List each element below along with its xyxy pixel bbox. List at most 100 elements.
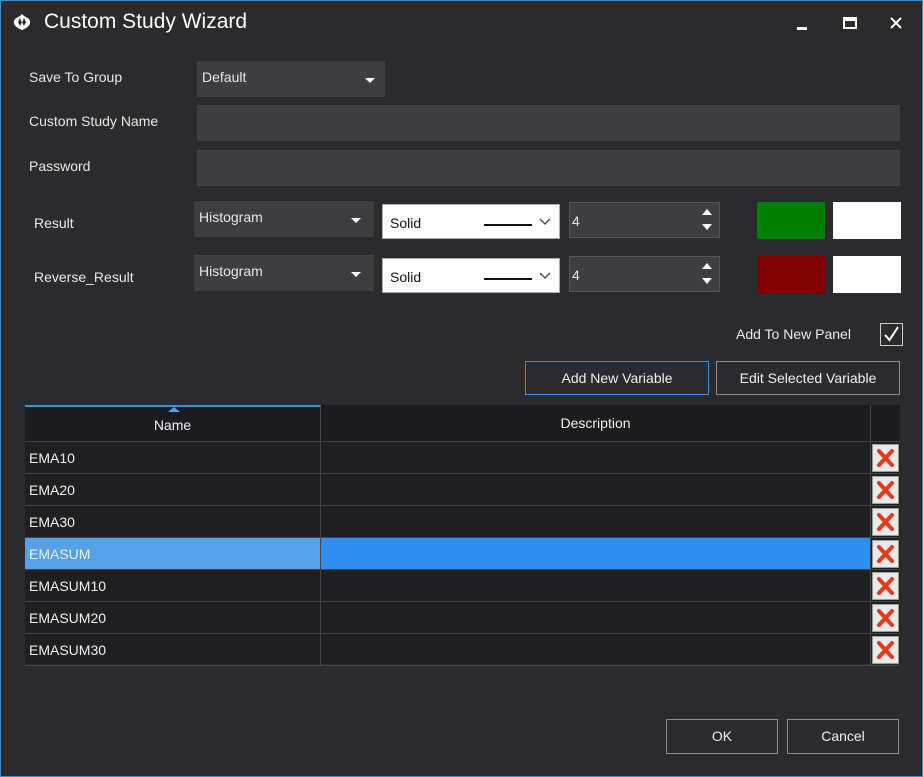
cell-name: EMA30 bbox=[25, 506, 321, 537]
minimize-icon bbox=[797, 27, 807, 30]
plot-reverse-result-line-style-value: Solid bbox=[390, 269, 422, 285]
delete-row-button[interactable] bbox=[872, 636, 899, 664]
variables-table: Name Description EMA10 EMA20 EMA30 EMASU… bbox=[25, 405, 900, 666]
plot-reverse-result-color2-swatch[interactable] bbox=[833, 256, 901, 293]
delete-x-icon bbox=[877, 641, 894, 659]
line-sample bbox=[484, 278, 532, 280]
cell-name: EMA10 bbox=[25, 442, 321, 473]
password-input[interactable] bbox=[197, 150, 900, 186]
column-header-description[interactable]: Description bbox=[321, 405, 871, 442]
window-title: Custom Study Wizard bbox=[44, 10, 248, 33]
spin-down-icon[interactable] bbox=[702, 224, 712, 230]
chevron-down-icon bbox=[365, 78, 375, 83]
custom-study-wizard-window: Custom Study Wizard Save To Group Defaul… bbox=[0, 0, 923, 777]
table-row[interactable]: EMA20 bbox=[25, 474, 900, 506]
custom-study-name-input[interactable] bbox=[197, 105, 900, 141]
plot-result-label: Result bbox=[34, 215, 74, 231]
save-to-group-value: Default bbox=[202, 69, 247, 85]
plot-result-line-style-dropdown[interactable]: Solid bbox=[382, 204, 560, 239]
cell-name: EMASUM bbox=[25, 538, 321, 569]
delete-x-icon bbox=[877, 577, 894, 595]
cell-name-text: EMASUM10 bbox=[29, 578, 107, 594]
table-row[interactable]: EMA10 bbox=[25, 442, 900, 474]
cell-name: EMASUM20 bbox=[25, 602, 321, 633]
add-to-new-panel-checkbox[interactable] bbox=[880, 323, 903, 346]
delete-x-icon bbox=[877, 609, 894, 627]
plot-reverse-result-color1-swatch[interactable] bbox=[757, 256, 825, 293]
cell-name-text: EMASUM bbox=[29, 546, 91, 562]
plot-result-width-stepper[interactable]: 4 bbox=[569, 202, 720, 238]
delete-row-button[interactable] bbox=[872, 572, 899, 600]
table-row[interactable]: EMASUM30 bbox=[25, 634, 900, 666]
cell-name: EMASUM10 bbox=[25, 570, 321, 601]
cell-name-text: EMA20 bbox=[29, 482, 75, 498]
delete-x-icon bbox=[877, 513, 894, 531]
spin-up-icon[interactable] bbox=[702, 209, 712, 215]
cell-description bbox=[321, 442, 871, 473]
minimize-button[interactable] bbox=[787, 9, 817, 37]
custom-study-name-label: Custom Study Name bbox=[29, 113, 159, 129]
add-new-variable-button[interactable]: Add New Variable bbox=[525, 361, 709, 395]
maximize-button[interactable] bbox=[835, 9, 865, 37]
delete-x-icon bbox=[877, 545, 894, 563]
title-bar: Custom Study Wizard bbox=[1, 1, 922, 45]
table-row[interactable]: EMA30 bbox=[25, 506, 900, 538]
chevron-down-icon bbox=[351, 218, 361, 223]
cell-description bbox=[321, 538, 871, 569]
plot-reverse-result-line-style-dropdown[interactable]: Solid bbox=[382, 258, 560, 293]
table-row-selected[interactable]: EMASUM bbox=[25, 538, 900, 570]
plot-reverse-result-type-dropdown[interactable]: Histogram bbox=[194, 255, 374, 291]
cell-name-text: EMA30 bbox=[29, 514, 75, 530]
plot-result-color1-swatch[interactable] bbox=[757, 202, 825, 239]
plot-result-line-style-value: Solid bbox=[390, 215, 422, 231]
ok-button[interactable]: OK bbox=[666, 719, 778, 754]
cell-description bbox=[321, 602, 871, 633]
delete-row-button[interactable] bbox=[872, 476, 899, 504]
close-button[interactable] bbox=[881, 9, 911, 37]
column-header-name[interactable]: Name bbox=[25, 405, 321, 442]
delete-row-button[interactable] bbox=[872, 508, 899, 536]
table-header: Name Description bbox=[25, 405, 900, 442]
cell-description bbox=[321, 474, 871, 505]
plot-reverse-result-width-value: 4 bbox=[572, 267, 580, 283]
spin-down-icon[interactable] bbox=[702, 278, 712, 284]
plot-reverse-result-label: Reverse_Result bbox=[34, 269, 134, 285]
delete-row-button[interactable] bbox=[872, 444, 899, 472]
chevron-down-icon bbox=[539, 218, 551, 225]
cell-description bbox=[321, 570, 871, 601]
cell-name-text: EMASUM30 bbox=[29, 642, 107, 658]
save-to-group-dropdown[interactable]: Default bbox=[197, 61, 385, 97]
checkmark-icon bbox=[884, 326, 899, 342]
spin-up-icon[interactable] bbox=[702, 263, 712, 269]
plot-result-width-value: 4 bbox=[572, 213, 580, 229]
cancel-button[interactable]: Cancel bbox=[787, 719, 899, 754]
delete-row-button[interactable] bbox=[872, 540, 899, 568]
cell-name: EMA20 bbox=[25, 474, 321, 505]
delete-x-icon bbox=[877, 449, 894, 467]
save-to-group-label: Save To Group bbox=[29, 69, 123, 85]
column-header-name-label: Name bbox=[153, 417, 192, 433]
sort-ascending-icon bbox=[168, 407, 180, 412]
line-sample bbox=[484, 224, 532, 226]
column-header-delete bbox=[871, 405, 900, 442]
delete-row-button[interactable] bbox=[872, 604, 899, 632]
plot-reverse-result-width-stepper[interactable]: 4 bbox=[569, 256, 720, 292]
cell-description bbox=[321, 506, 871, 537]
chevron-down-icon bbox=[351, 272, 361, 277]
cell-name-text: EMA10 bbox=[29, 450, 75, 466]
table-row[interactable]: EMASUM10 bbox=[25, 570, 900, 602]
plot-result-type-dropdown[interactable]: Histogram bbox=[194, 201, 374, 237]
edit-selected-variable-button[interactable]: Edit Selected Variable bbox=[716, 361, 900, 395]
close-icon bbox=[890, 17, 902, 29]
column-header-description-label: Description bbox=[560, 415, 631, 431]
app-logo-icon bbox=[13, 14, 31, 30]
maximize-icon bbox=[843, 17, 857, 29]
cell-name: EMASUM30 bbox=[25, 634, 321, 665]
add-to-new-panel-label: Add To New Panel bbox=[736, 326, 851, 342]
plot-result-type-value: Histogram bbox=[199, 209, 263, 225]
delete-x-icon bbox=[877, 481, 894, 499]
chevron-down-icon bbox=[539, 272, 551, 279]
table-row[interactable]: EMASUM20 bbox=[25, 602, 900, 634]
password-label: Password bbox=[29, 158, 91, 174]
plot-result-color2-swatch[interactable] bbox=[833, 202, 901, 239]
